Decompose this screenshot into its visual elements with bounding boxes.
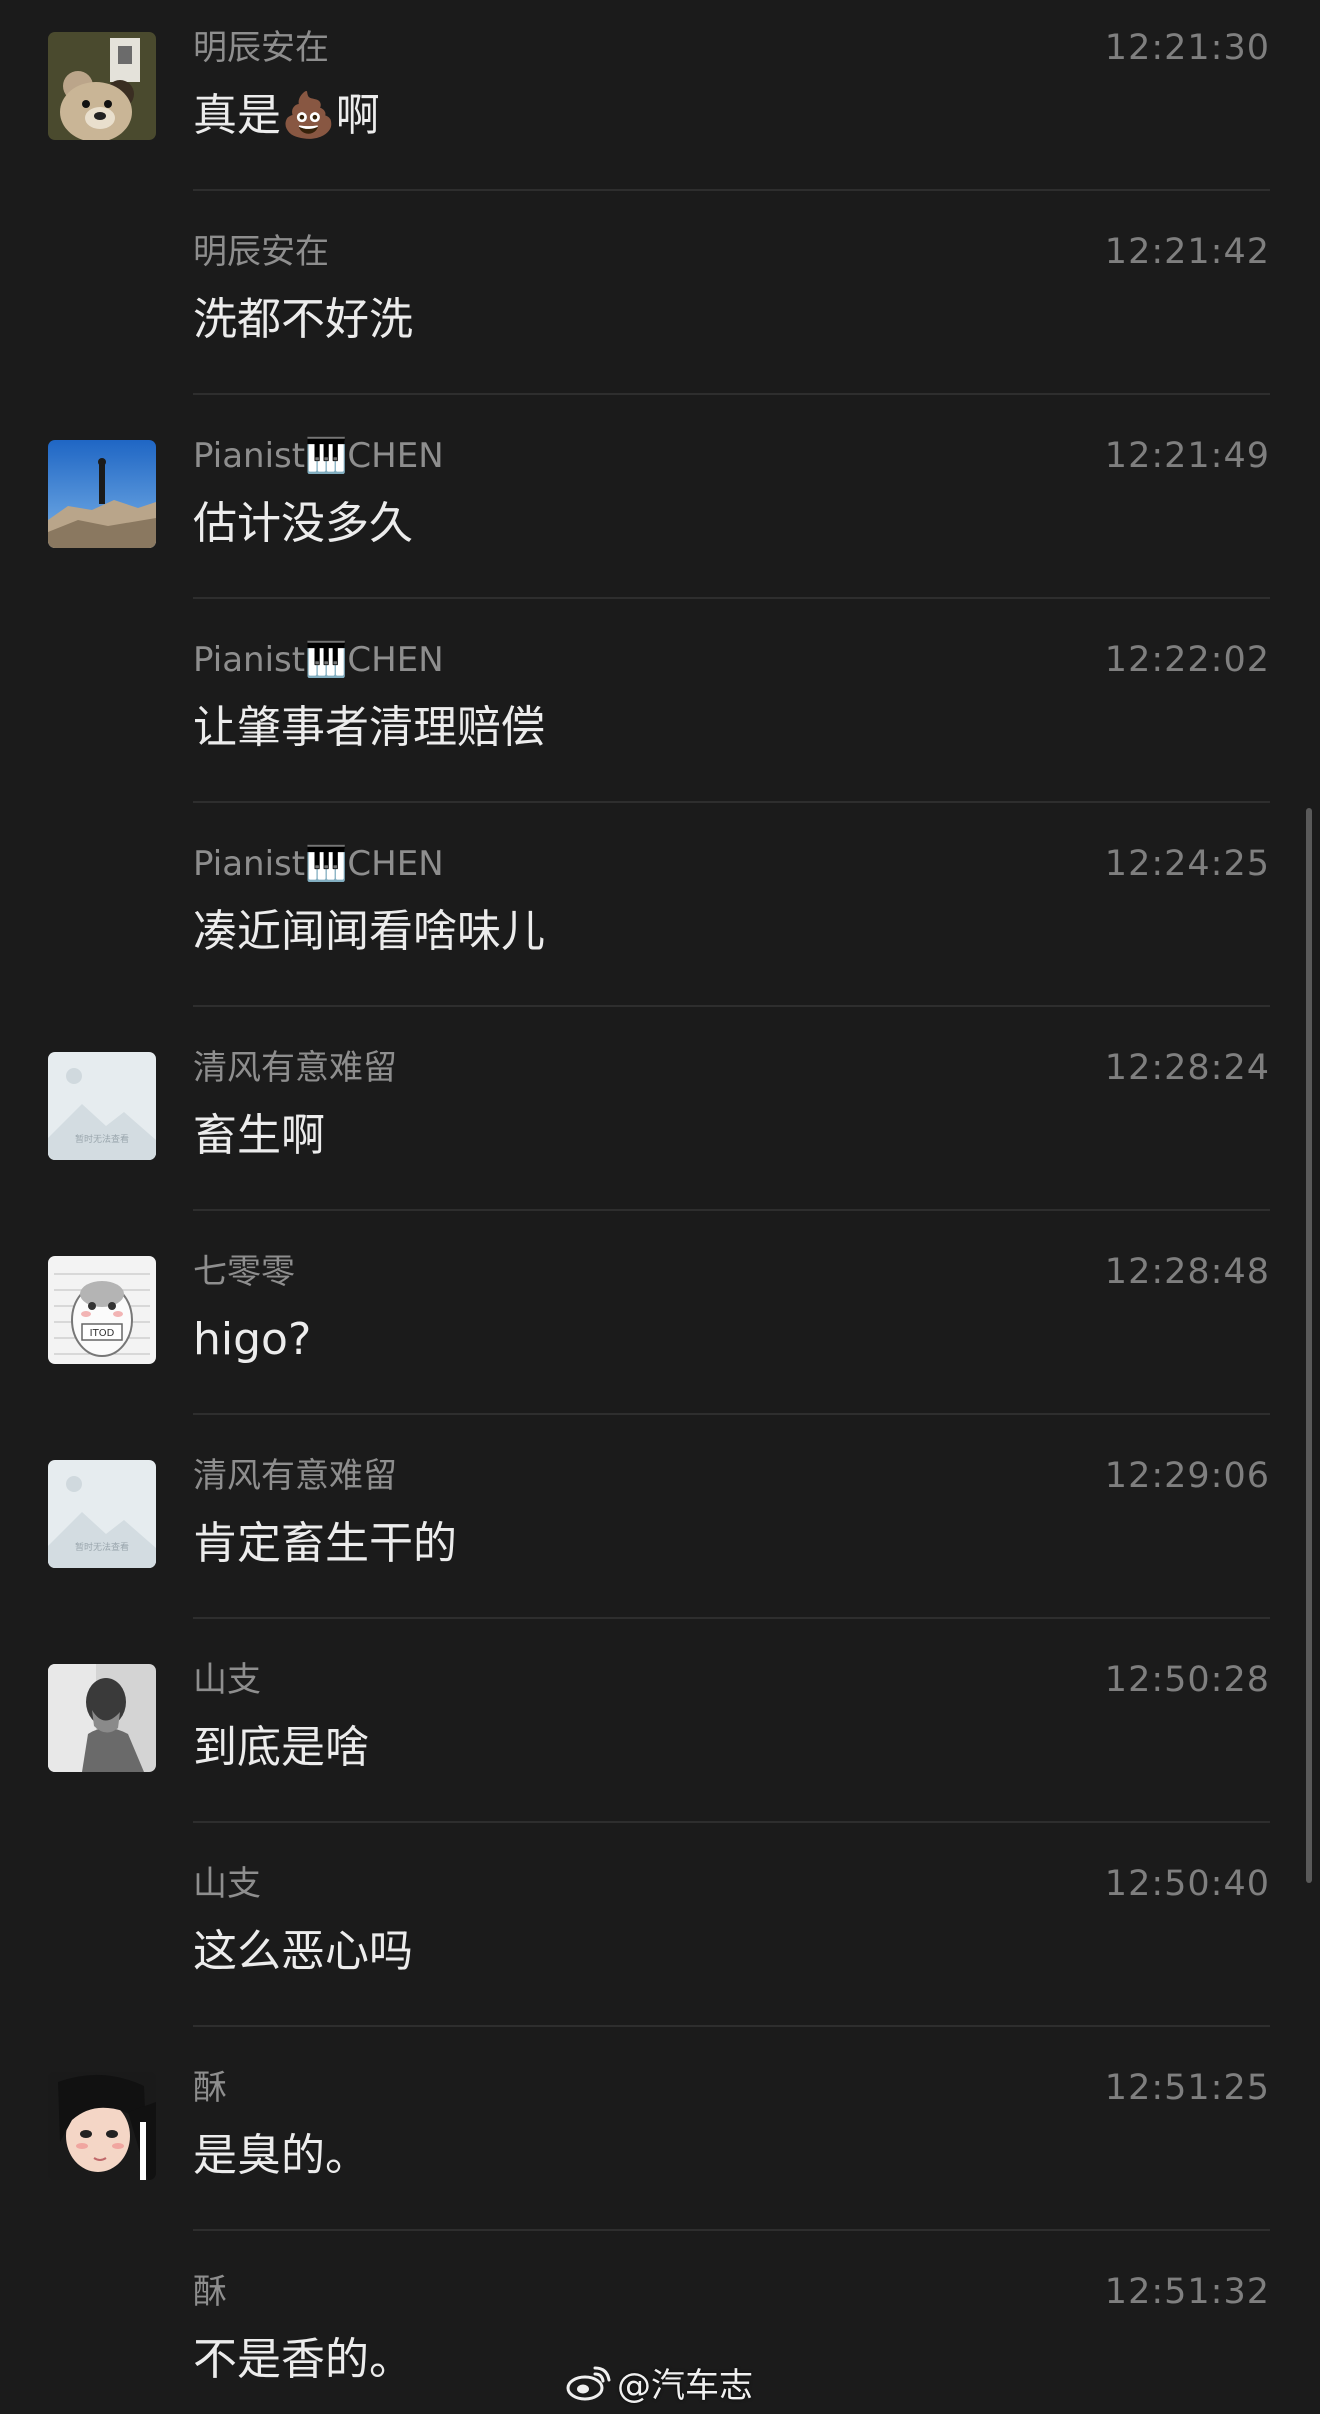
sender-name[interactable]: Pianist🎹CHEN — [193, 434, 444, 478]
sender-name[interactable]: 明辰安在 — [193, 230, 329, 274]
anime-girl-avatar-icon — [48, 2072, 156, 2180]
message-time: 12:28:24 — [1104, 1048, 1270, 1088]
message-item[interactable]: 暂时无法查看 清风有意难留 12:28:24 畜生啊 — [0, 1020, 1320, 1224]
message-time: 12:28:48 — [1104, 1252, 1270, 1292]
sender-name[interactable]: 山支 — [193, 1862, 261, 1906]
hamster-avatar-icon: ITOD — [48, 1256, 156, 1364]
sender-name[interactable]: 山支 — [193, 1658, 261, 1702]
message-divider — [193, 2229, 1270, 2231]
scrollbar-thumb[interactable] — [1306, 808, 1312, 1883]
message-item[interactable]: ITOD 七零零 12:28:48 higo? — [0, 1224, 1320, 1428]
sender-name[interactable]: Pianist🎹CHEN — [193, 842, 444, 886]
sender-name[interactable]: 清风有意难留 — [193, 1454, 397, 1498]
message-time: 12:51:32 — [1104, 2272, 1270, 2312]
message-item[interactable]: 山支 12:50:28 到底是啥 — [0, 1632, 1320, 1836]
weibo-watermark: @汽车志 — [565, 2356, 753, 2408]
avatar[interactable]: ITOD — [48, 1256, 156, 1364]
message-divider — [193, 2025, 1270, 2027]
avatar[interactable] — [48, 32, 156, 140]
message-time: 12:21:42 — [1104, 232, 1270, 272]
message-time: 12:24:25 — [1104, 844, 1270, 884]
teddy-bear-avatar-icon — [48, 32, 156, 140]
message-item[interactable]: 明辰安在 12:21:42 洗都不好洗 — [0, 204, 1320, 408]
message-divider — [193, 1617, 1270, 1619]
message-divider — [193, 1413, 1270, 1415]
watermark-text: @汽车志 — [617, 2365, 753, 2406]
message-text[interactable]: 肯定畜生干的 — [193, 1516, 457, 1572]
placeholder-caption: 暂时无法查看 — [75, 1541, 129, 1553]
message-item[interactable]: 暂时无法查看 清风有意难留 12:29:06 肯定畜生干的 — [0, 1428, 1320, 1632]
message-time: 12:21:30 — [1104, 28, 1270, 68]
avatar[interactable] — [48, 2072, 156, 2180]
message-text[interactable]: 真是💩啊 — [193, 88, 380, 144]
message-divider — [193, 597, 1270, 599]
sender-name[interactable]: 清风有意难留 — [193, 1046, 397, 1090]
placeholder-image-icon: 暂时无法查看 — [48, 1460, 156, 1568]
weibo-logo-icon — [566, 2366, 611, 2401]
message-item[interactable]: 明辰安在 12:21:30 真是💩啊 — [0, 0, 1320, 204]
message-divider — [193, 1209, 1270, 1211]
message-text[interactable]: 让肇事者清理赔偿 — [193, 700, 545, 756]
mountain-avatar-icon — [48, 440, 156, 548]
message-text[interactable]: 这么恶心吗 — [193, 1924, 413, 1980]
message-item[interactable]: 酥 12:51:25 是臭的。 — [0, 2040, 1320, 2244]
message-time: 12:29:06 — [1104, 1456, 1270, 1496]
message-text[interactable]: 畜生啊 — [193, 1108, 325, 1164]
portrait-avatar-icon — [48, 1664, 156, 1772]
message-divider — [193, 393, 1270, 395]
message-item[interactable]: 山支 12:50:40 这么恶心吗 — [0, 1836, 1320, 2040]
sender-name[interactable]: 明辰安在 — [193, 26, 329, 70]
message-text[interactable]: 是臭的。 — [193, 2128, 369, 2184]
message-time: 12:22:02 — [1104, 640, 1270, 680]
sender-name[interactable]: 酥 — [193, 2270, 227, 2314]
message-text[interactable]: 估计没多久 — [193, 496, 413, 552]
avatar[interactable]: 暂时无法查看 — [48, 1460, 156, 1568]
placeholder-caption: 暂时无法查看 — [75, 1133, 129, 1145]
message-text[interactable]: 凑近闻闻看啥味儿 — [193, 904, 545, 960]
message-divider — [193, 189, 1270, 191]
avatar[interactable]: 暂时无法查看 — [48, 1052, 156, 1160]
chat-message-list[interactable]: 明辰安在 12:21:30 真是💩啊 明辰安在 12:21:42 洗都不好洗 P… — [0, 0, 1320, 2414]
avatar[interactable] — [48, 440, 156, 548]
message-time: 12:21:49 — [1104, 436, 1270, 476]
sender-name[interactable]: 七零零 — [193, 1250, 295, 1294]
message-text[interactable]: 洗都不好洗 — [193, 292, 413, 348]
message-divider — [193, 801, 1270, 803]
sender-name[interactable]: 酥 — [193, 2066, 227, 2110]
message-item[interactable]: Pianist🎹CHEN 12:21:49 估计没多久 — [0, 408, 1320, 612]
sender-name[interactable]: Pianist🎹CHEN — [193, 638, 444, 682]
message-text[interactable]: higo? — [193, 1312, 311, 1368]
hamster-caption: ITOD — [90, 1328, 115, 1339]
message-item[interactable]: Pianist🎹CHEN 12:22:02 让肇事者清理赔偿 — [0, 612, 1320, 816]
avatar[interactable] — [48, 1664, 156, 1772]
message-time: 12:50:40 — [1104, 1864, 1270, 1904]
message-divider — [193, 1005, 1270, 1007]
message-text[interactable]: 不是香的。 — [193, 2332, 413, 2388]
placeholder-image-icon: 暂时无法查看 — [48, 1052, 156, 1160]
message-divider — [193, 1821, 1270, 1823]
message-time: 12:51:25 — [1104, 2068, 1270, 2108]
message-text[interactable]: 到底是啥 — [193, 1720, 369, 1776]
message-time: 12:50:28 — [1104, 1660, 1270, 1700]
message-item[interactable]: Pianist🎹CHEN 12:24:25 凑近闻闻看啥味儿 — [0, 816, 1320, 1020]
